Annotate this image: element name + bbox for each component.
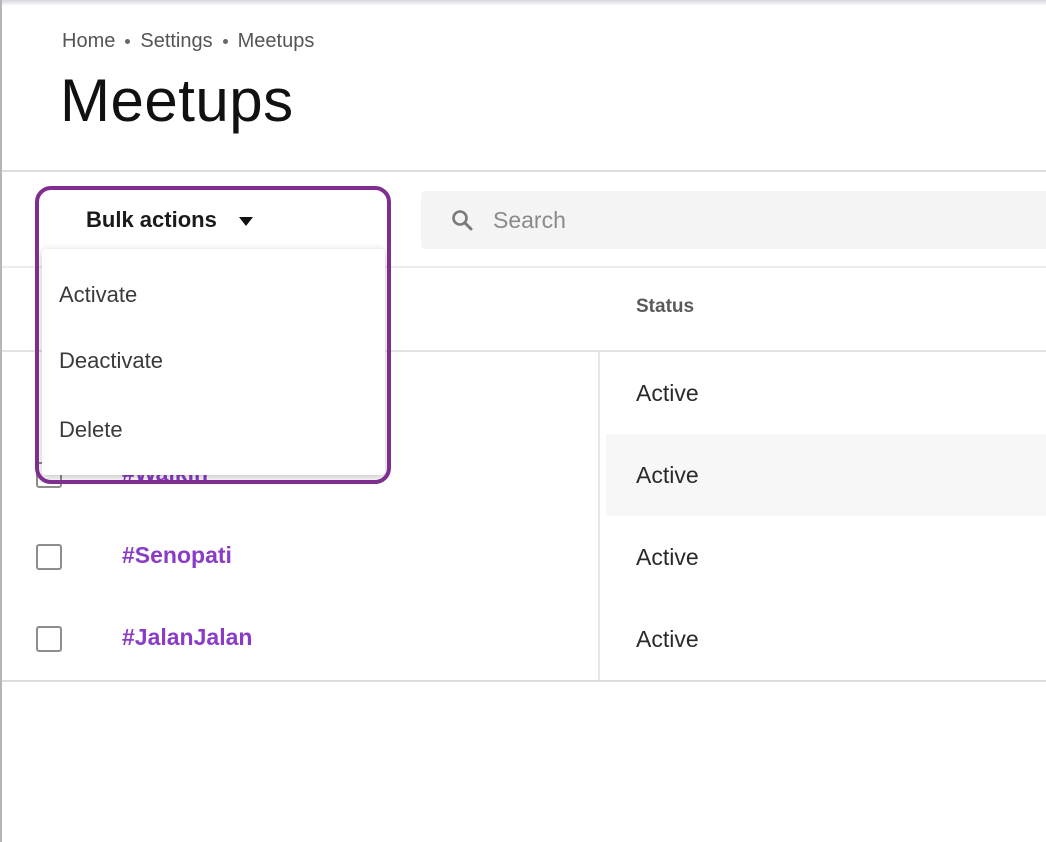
bulk-actions-menu: Activate Deactivate Delete xyxy=(42,249,385,475)
menu-item-label: Activate xyxy=(59,282,138,307)
bulk-actions-button[interactable]: Bulk actions xyxy=(42,196,382,244)
meetup-link[interactable]: #Senopati xyxy=(122,542,232,569)
page-title: Meetups xyxy=(60,67,294,134)
bulk-actions-label: Bulk actions xyxy=(86,207,217,232)
table-row[interactable]: #JalanJalan Active xyxy=(2,598,1046,680)
menu-item-label: Deactivate xyxy=(59,348,163,373)
status-cell: Active xyxy=(606,352,1046,434)
breadcrumb-current: Meetups xyxy=(237,30,315,52)
top-shadow xyxy=(2,0,1046,6)
breadcrumb: Home Settings Meetups xyxy=(62,30,314,53)
menu-item-label: Delete xyxy=(59,417,123,442)
status-cell: Active xyxy=(606,598,1046,680)
row-checkbox[interactable] xyxy=(36,626,62,652)
breadcrumb-separator xyxy=(125,39,131,44)
row-checkbox[interactable] xyxy=(36,544,62,570)
search-box[interactable] xyxy=(421,191,1046,249)
column-header-status[interactable]: Status xyxy=(636,296,694,318)
meetups-page: Home Settings Meetups Meetups Bulk actio… xyxy=(0,0,1046,842)
header-divider xyxy=(2,170,1046,172)
table-row[interactable]: #Senopati Active xyxy=(2,516,1046,598)
status-text: Active xyxy=(636,625,699,652)
breadcrumb-home[interactable]: Home xyxy=(62,30,115,53)
breadcrumb-separator xyxy=(222,39,228,44)
menu-item-activate[interactable]: Activate xyxy=(42,267,385,323)
status-text: Active xyxy=(636,379,699,406)
status-cell: Active xyxy=(606,516,1046,598)
caret-down-icon xyxy=(238,216,253,226)
menu-item-delete[interactable]: Delete xyxy=(42,402,385,458)
search-icon xyxy=(447,205,477,235)
status-text: Active xyxy=(636,461,699,488)
menu-item-deactivate[interactable]: Deactivate xyxy=(42,333,385,389)
table-bottom-border xyxy=(2,680,1046,682)
status-text: Active xyxy=(636,543,699,570)
meetup-link[interactable]: #JalanJalan xyxy=(122,624,252,651)
breadcrumb-settings[interactable]: Settings xyxy=(140,30,212,53)
search-input[interactable] xyxy=(491,205,995,235)
status-cell: Active xyxy=(606,434,1046,516)
